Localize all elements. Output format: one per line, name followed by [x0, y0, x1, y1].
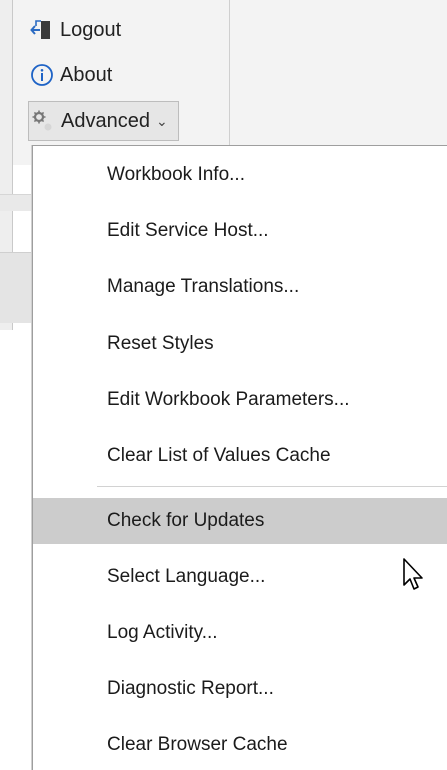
menu-item-diagnostic-report[interactable]: Diagnostic Report...: [33, 666, 447, 712]
menu-item-label: Log Activity...: [107, 622, 218, 643]
info-icon: [30, 63, 54, 87]
menu-item-edit-workbook-parameters[interactable]: Edit Workbook Parameters...: [33, 377, 447, 423]
menu-item-log-activity[interactable]: Log Activity...: [33, 610, 447, 656]
menu-item-workbook-info[interactable]: Workbook Info...: [33, 152, 447, 198]
app-stage: Logout About Advanced ⌄ Workbook Info...…: [0, 0, 447, 770]
about-label: About: [60, 63, 113, 86]
logout-icon: [30, 18, 54, 42]
advanced-button[interactable]: Advanced ⌄: [28, 101, 179, 141]
menu-item-clear-lov-cache[interactable]: Clear List of Values Cache: [33, 433, 447, 479]
advanced-label: Advanced: [61, 109, 150, 132]
gear-icon: [31, 109, 55, 133]
menu-item-label: Clear List of Values Cache: [107, 445, 331, 466]
menu-item-label: Clear Browser Cache: [107, 734, 288, 755]
logout-label: Logout: [60, 18, 122, 41]
menu-item-reset-styles[interactable]: Reset Styles: [33, 321, 447, 367]
menu-item-label: Workbook Info...: [107, 164, 245, 185]
advanced-dropdown-menu: Workbook Info... Edit Service Host... Ma…: [32, 145, 447, 770]
menu-item-label: Check for Updates: [107, 510, 265, 531]
menu-item-clear-browser-cache[interactable]: Clear Browser Cache: [33, 722, 447, 768]
menu-item-label: Reset Styles: [107, 333, 214, 354]
menu-item-select-language[interactable]: Select Language...: [33, 554, 447, 600]
menu-item-label: Diagnostic Report...: [107, 678, 274, 699]
menu-item-label: Select Language...: [107, 566, 266, 587]
menu-item-label: Edit Service Host...: [107, 220, 269, 241]
chevron-down-icon: ⌄: [155, 112, 168, 129]
menu-item-manage-translations[interactable]: Manage Translations...: [33, 264, 447, 310]
menu-item-edit-service-host[interactable]: Edit Service Host...: [33, 208, 447, 254]
about-button[interactable]: About: [30, 57, 112, 93]
menu-item-check-for-updates[interactable]: Check for Updates: [33, 498, 447, 544]
menu-item-label: Manage Translations...: [107, 276, 300, 297]
menu-separator: [97, 486, 447, 487]
menu-item-label: Edit Workbook Parameters...: [107, 389, 350, 410]
arrow-cursor-icon: [402, 557, 428, 593]
logout-button[interactable]: Logout: [30, 12, 121, 48]
ribbon-group-separator: [229, 0, 230, 160]
